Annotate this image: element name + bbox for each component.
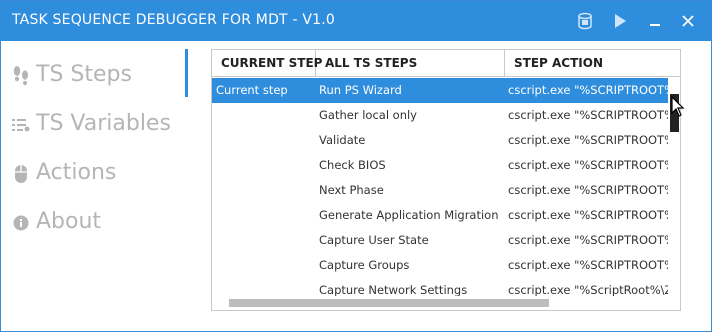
table-row[interactable]: Capture User State cscript.exe "%SCRIPTR… <box>212 228 668 253</box>
scrollbar-corner <box>668 296 680 310</box>
table-row[interactable]: Current step Run PS Wizard cscript.exe "… <box>212 78 668 103</box>
play-icon[interactable] <box>609 9 631 33</box>
table-row[interactable]: Capture Network Settings cscript.exe "%S… <box>212 278 668 296</box>
horizontal-scrollbar[interactable] <box>212 296 668 310</box>
cell-action: cscript.exe "%SCRIPTROOT%\Z <box>508 133 668 147</box>
sidebar-item-actions[interactable]: Actions <box>1 153 187 193</box>
cell-current-step: Current step <box>216 83 288 97</box>
cell-step: Generate Application Migration File <box>319 208 503 222</box>
cell-step: Capture Network Settings <box>319 283 468 296</box>
table-row[interactable]: Check BIOS cscript.exe "%SCRIPTROOT%\Z <box>212 153 668 178</box>
cell-action: cscript.exe "%SCRIPTROOT%\Z <box>508 258 668 272</box>
cell-step: Capture Groups <box>319 258 410 272</box>
sidebar-item-ts-variables[interactable]: TS Variables <box>1 104 187 144</box>
table-row[interactable]: Next Phase cscript.exe "%SCRIPTROOT%\Z <box>212 178 668 203</box>
cell-action: cscript.exe "%ScriptRoot%\ZTIN <box>508 283 668 296</box>
cell-step: Next Phase <box>319 183 384 197</box>
list-icon <box>11 114 31 136</box>
column-header-all-ts-steps[interactable]: ALL TS STEPS <box>316 50 505 77</box>
table-row[interactable]: Gather local only cscript.exe "%SCRIPTRO… <box>212 103 668 128</box>
cell-action: cscript.exe "%SCRIPTROOT%\Z <box>508 233 668 247</box>
sidebar-item-ts-steps[interactable]: TS Steps <box>1 55 187 95</box>
horizontal-scroll-thumb[interactable] <box>229 299 549 307</box>
title-bar[interactable]: TASK SEQUENCE DEBUGGER FOR MDT - V1.0 <box>1 1 711 41</box>
mouse-cursor-icon <box>671 96 685 117</box>
main-window: TASK SEQUENCE DEBUGGER FOR MDT - V1.0 TS… <box>0 0 712 332</box>
cell-action: cscript.exe "%SCRIPTROOT%\Z <box>508 208 668 222</box>
save-icon[interactable] <box>574 9 596 33</box>
cell-step: Run PS Wizard <box>319 83 402 97</box>
column-header-step-action[interactable]: STEP ACTION <box>505 50 680 77</box>
cell-step: Gather local only <box>319 108 417 122</box>
sidebar-item-label: About <box>36 209 102 234</box>
grid-rows: Current step Run PS Wizard cscript.exe "… <box>212 78 668 296</box>
active-indicator <box>185 49 188 97</box>
cell-step: Validate <box>319 133 366 147</box>
sidebar-item-about[interactable]: About <box>1 202 187 242</box>
cell-step: Capture User State <box>319 233 429 247</box>
cell-action: cscript.exe "%SCRIPTROOT%\Z <box>508 158 668 172</box>
cell-action: cscript.exe "%SCRIPTROOT%\Z <box>508 108 668 122</box>
table-row[interactable]: Capture Groups cscript.exe "%SCRIPTROOT%… <box>212 253 668 278</box>
column-header-current-step[interactable]: CURRENT STEP <box>212 50 322 77</box>
sidebar-item-label: TS Steps <box>36 62 132 87</box>
table-row[interactable]: Generate Application Migration File cscr… <box>212 203 668 228</box>
mouse-icon <box>11 163 31 185</box>
sidebar-item-label: TS Variables <box>36 111 171 136</box>
table-row[interactable]: Validate cscript.exe "%SCRIPTROOT%\Z <box>212 128 668 153</box>
window-title: TASK SEQUENCE DEBUGGER FOR MDT - V1.0 <box>12 12 336 28</box>
cell-step: Check BIOS <box>319 158 386 172</box>
ts-steps-grid[interactable]: CURRENT STEP ALL TS STEPS STEP ACTION Cu… <box>211 49 681 311</box>
minimize-icon[interactable] <box>644 9 666 33</box>
cell-action: cscript.exe "%SCRIPTROOT%\Z <box>508 183 668 197</box>
close-icon[interactable] <box>677 9 699 33</box>
grid-header: CURRENT STEP ALL TS STEPS STEP ACTION <box>212 50 680 77</box>
sidebar: TS Steps TS Variables Actions About <box>1 41 188 323</box>
info-icon <box>11 212 31 234</box>
sidebar-item-label: Actions <box>36 160 117 185</box>
footsteps-icon <box>11 65 31 87</box>
cell-action: cscript.exe "%SCRIPTROOT%\Z <box>508 83 668 97</box>
